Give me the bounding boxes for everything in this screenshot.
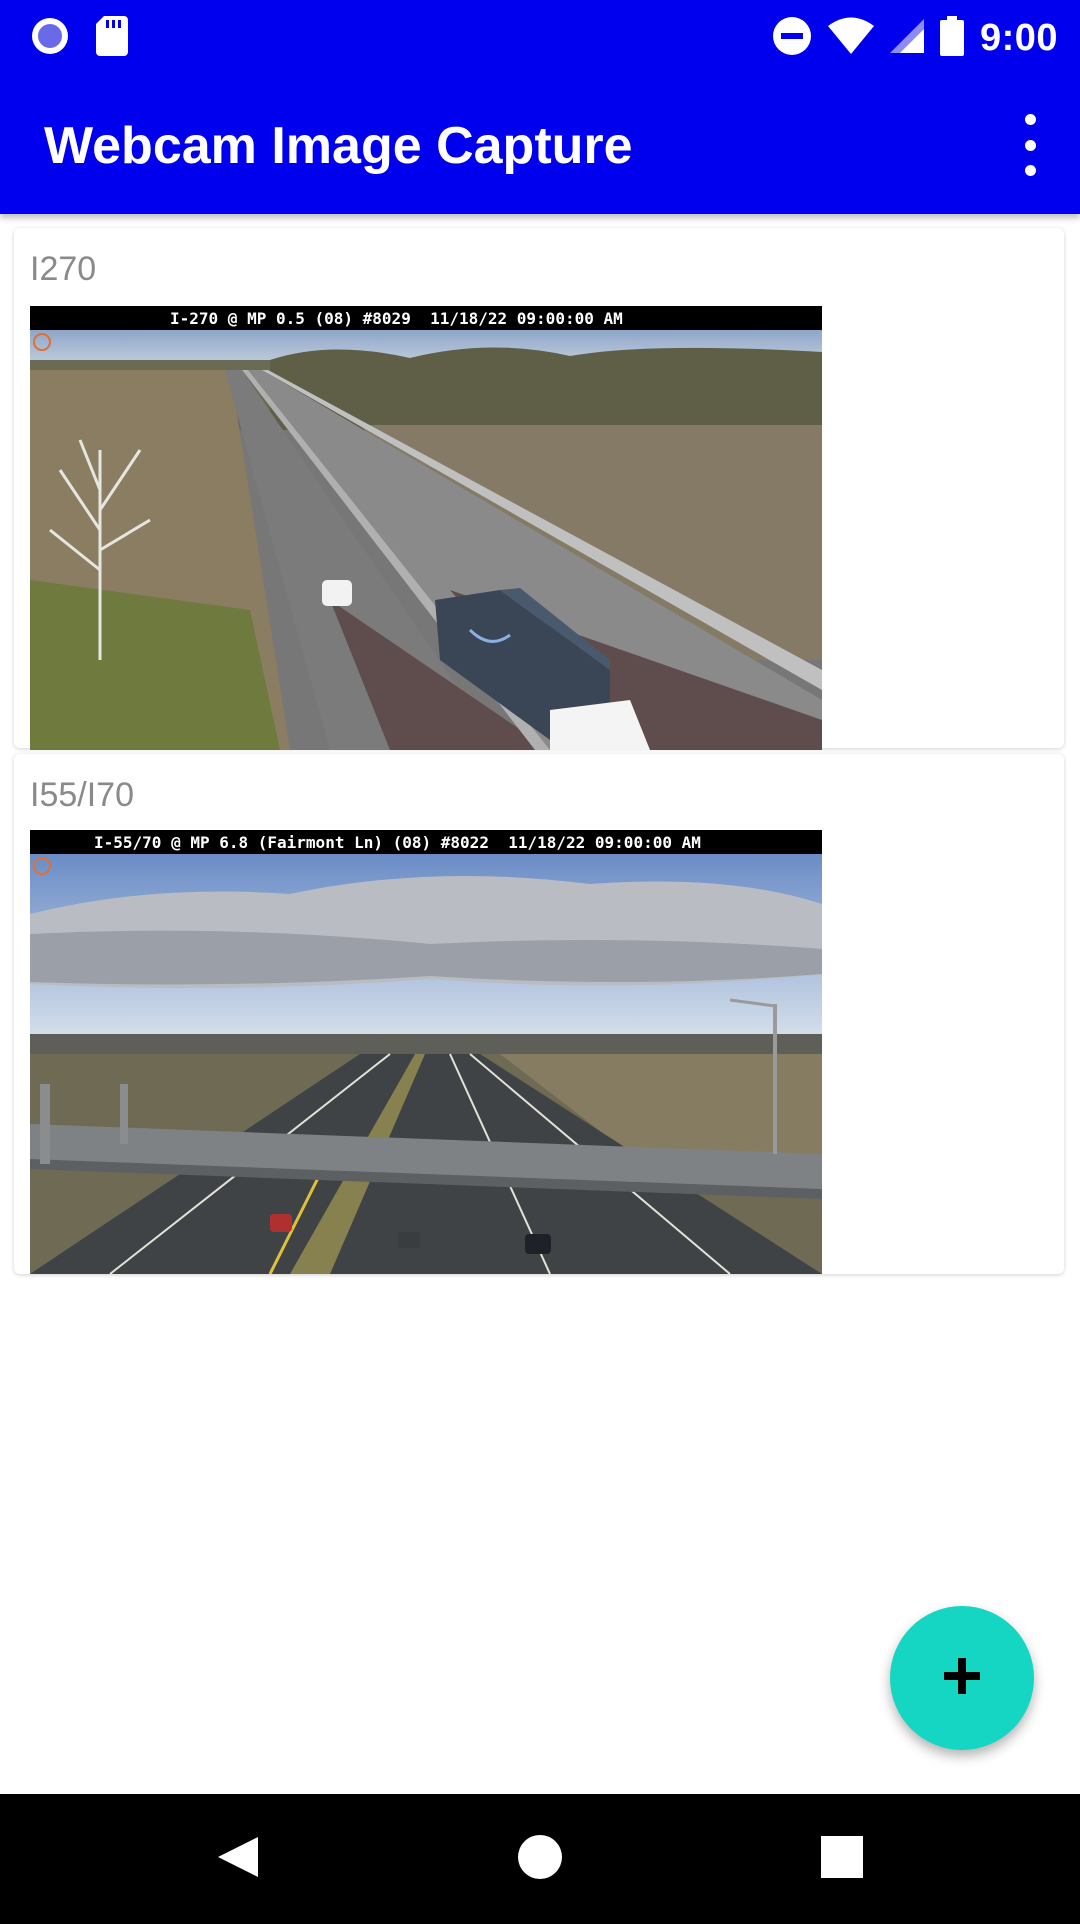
webcam-title: I55/I70 [30,776,134,814]
webcam-caption: I-55/70 @ MP 6.8 (Fairmont Ln) (08) #802… [30,830,822,854]
app-bar: Webcam Image Capture [0,76,1080,214]
circle-notification-icon [30,16,70,61]
webcam-image[interactable]: I-55/70 @ MP 6.8 (Fairmont Ln) (08) #802… [30,830,822,1274]
battery-icon [939,15,964,61]
cell-signal-icon [889,18,924,58]
webcam-card[interactable]: I270 I-270 @ MP 0.5 (08) #8029 11/18/22 … [14,228,1064,750]
add-button[interactable] [890,1606,1034,1750]
more-vert-icon[interactable] [1006,114,1054,176]
webcam-caption: I-270 @ MP 0.5 (08) #8029 11/18/22 09:00… [30,306,822,330]
back-icon [216,1835,260,1884]
back-button[interactable] [168,1794,308,1924]
clock: 9:00 [979,16,1058,59]
highway-scene-2 [30,854,822,1274]
do-not-disturb-icon [772,16,812,61]
highway-scene-1 [30,330,822,750]
navigation-bar [0,1794,1080,1924]
recents-button[interactable] [772,1794,912,1924]
webcam-card[interactable]: I55/I70 I-55/70 @ MP 6.8 (Fairmont Ln) (… [14,754,1064,1274]
recents-icon [821,1835,863,1883]
status-bar: 9:00 [0,0,1080,76]
wifi-icon [827,17,874,60]
app-title: Webcam Image Capture [44,117,633,175]
webcam-image[interactable]: I-270 @ MP 0.5 (08) #8029 11/18/22 09:00… [30,306,822,750]
webcam-title: I270 [30,250,97,288]
sd-card-icon [96,15,128,61]
home-button[interactable] [470,1794,610,1924]
home-icon [517,1834,563,1885]
add-icon [942,1656,982,1701]
